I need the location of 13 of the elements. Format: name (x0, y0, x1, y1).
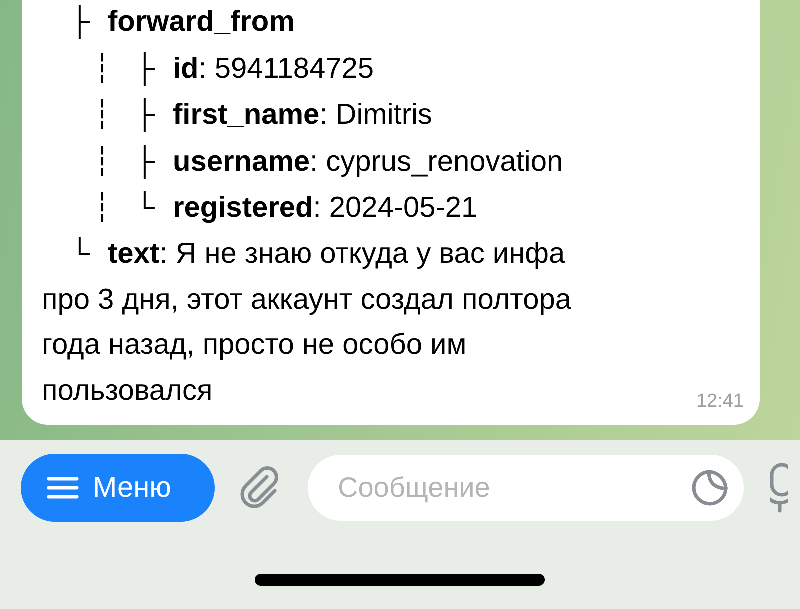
tree-line: ┆ ├ first_name: Dimitris (93, 98, 432, 134)
sticker-icon[interactable] (690, 468, 730, 508)
message-time: 12:41 (696, 391, 744, 413)
tree-line: ┆ └ registered: 2024-05-21 (93, 190, 478, 226)
tree-line: ┆ ├ id: 5941184725 (93, 52, 374, 88)
message-input[interactable]: Сообщение (336, 471, 690, 505)
tree-line: ├ forward_from (69, 4, 295, 42)
menu-button[interactable]: Меню (21, 454, 215, 522)
tree-line: ┆ ├ username: cyprus_renovation (93, 144, 564, 182)
microphone-icon[interactable] (770, 463, 788, 513)
message-field[interactable]: Сообщение (308, 455, 744, 521)
menu-icon (47, 476, 79, 500)
tree-line: └ text: Я не знаю откуда у вас инфа про 3 дня, этот аккаунт создал полтора года назад, просто не особо им пользовался (42, 236, 572, 409)
